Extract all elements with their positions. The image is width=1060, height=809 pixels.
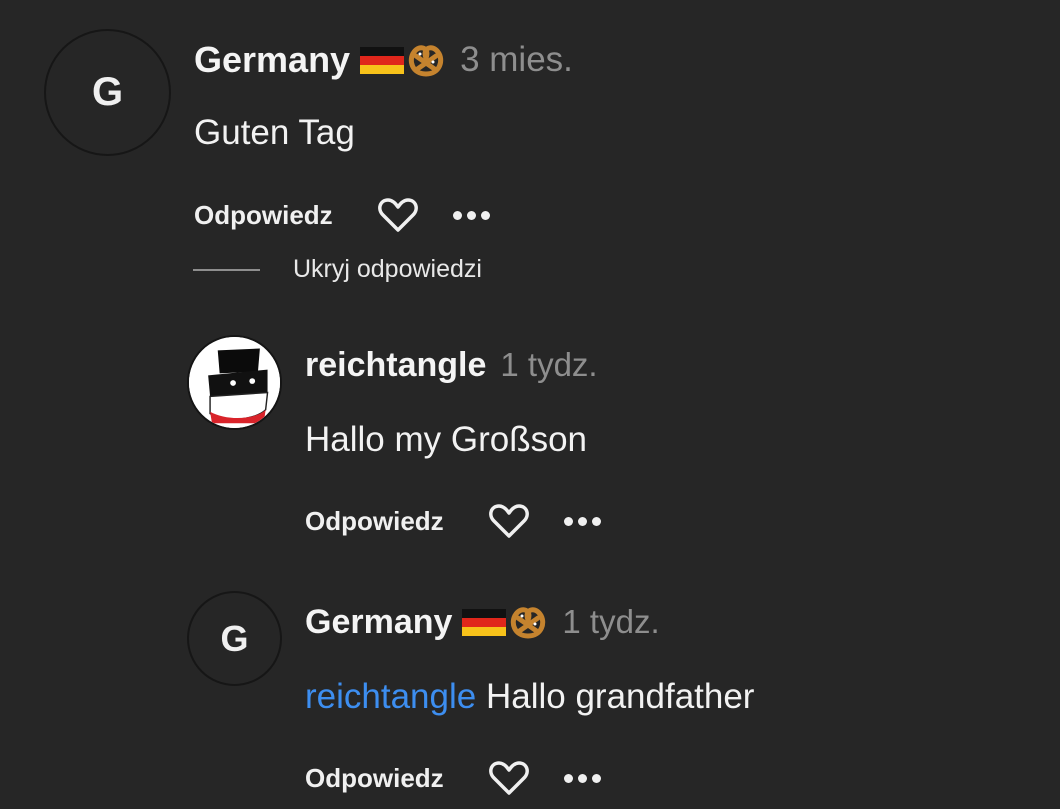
reply-button[interactable]: Odpowiedz xyxy=(194,200,333,231)
german-flag-icon xyxy=(462,609,507,636)
pretzel-icon xyxy=(408,45,444,77)
username[interactable]: Germany xyxy=(194,39,350,81)
comment-text: Hallo my Großson xyxy=(305,420,588,459)
pretzel-icon xyxy=(511,607,546,639)
avatar[interactable]: G xyxy=(187,591,282,686)
more-options-icon[interactable] xyxy=(563,516,601,526)
timestamp: 1 tydz. xyxy=(500,346,598,383)
comment-actions: Odpowiedz xyxy=(194,195,490,235)
hide-replies-label[interactable]: Ukryj odpowiedzi xyxy=(293,255,482,284)
timestamp: 1 tydz. xyxy=(562,603,660,640)
badges xyxy=(462,604,548,640)
avatar[interactable]: G xyxy=(44,29,171,156)
mention-link[interactable]: reichtangle xyxy=(305,677,476,716)
reply-button[interactable]: Odpowiedz xyxy=(305,763,444,794)
comment-header: Germany 3 mies. xyxy=(194,38,573,82)
comment-text: Guten Tag xyxy=(194,113,355,152)
heart-icon[interactable] xyxy=(488,502,530,540)
comment-actions: Odpowiedz xyxy=(305,758,601,798)
avatar[interactable] xyxy=(187,335,282,430)
flag-ball-avatar-icon xyxy=(189,337,280,428)
comment-body: Hallo grandfather xyxy=(485,677,755,716)
more-options-icon[interactable] xyxy=(563,773,601,783)
comment-text: reichtangle Hallo grandfather xyxy=(305,677,754,717)
timestamp: 3 mies. xyxy=(460,40,573,79)
username[interactable]: reichtangle xyxy=(305,346,486,385)
comment-actions: Odpowiedz xyxy=(305,501,601,541)
comment-header: reichtangle 1 tydz. xyxy=(305,345,598,385)
heart-icon[interactable] xyxy=(377,196,419,234)
divider-line xyxy=(193,268,260,271)
avatar-letter: G xyxy=(220,617,249,659)
username[interactable]: Germany xyxy=(305,603,452,642)
comment-header: Germany 1 tydz. xyxy=(305,601,660,643)
avatar-letter: G xyxy=(91,70,124,114)
reply-button[interactable]: Odpowiedz xyxy=(305,506,444,537)
heart-icon[interactable] xyxy=(488,759,530,797)
hide-replies-toggle[interactable]: Ukryj odpowiedzi xyxy=(193,255,482,284)
more-options-icon[interactable] xyxy=(452,210,490,220)
german-flag-icon xyxy=(360,47,405,74)
badges xyxy=(360,42,446,78)
